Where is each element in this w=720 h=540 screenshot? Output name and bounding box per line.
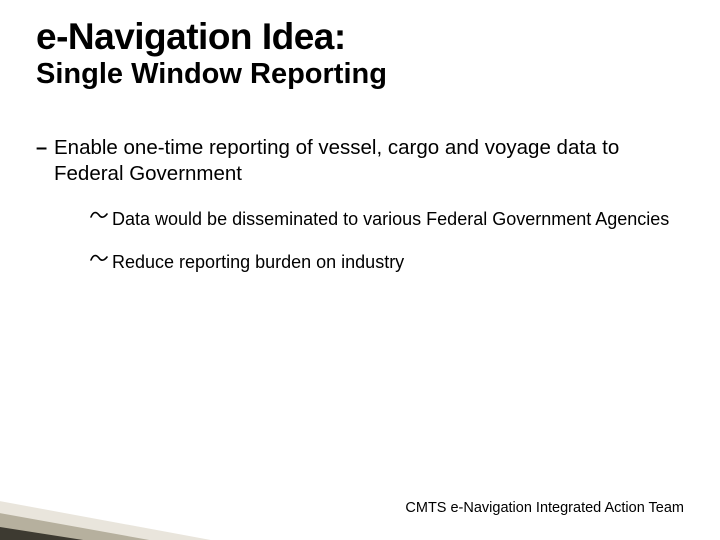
list-item: Reduce reporting burden on industry [90, 251, 684, 274]
slide-content: – Enable one-time reporting of vessel, c… [36, 135, 684, 273]
list-item: Data would be disseminated to various Fe… [90, 208, 684, 231]
slide-title: e-Navigation Idea: [36, 18, 684, 57]
slide-subtitle: Single Window Reporting [36, 59, 684, 91]
sub-list: Data would be disseminated to various Fe… [90, 208, 684, 273]
bullet-dash-icon: – [36, 135, 54, 160]
bullet-wing-icon [90, 251, 112, 266]
slide: e-Navigation Idea: Single Window Reporti… [0, 0, 720, 540]
bullet-text: Data would be disseminated to various Fe… [112, 208, 669, 231]
bullet-text: Enable one-time reporting of vessel, car… [54, 135, 684, 188]
slide-footer: CMTS e-Navigation Integrated Action Team [405, 500, 684, 516]
bullet-text: Reduce reporting burden on industry [112, 251, 404, 274]
list-item: – Enable one-time reporting of vessel, c… [36, 135, 684, 188]
bullet-wing-icon [90, 208, 112, 223]
corner-wedge-decoration [0, 428, 254, 540]
